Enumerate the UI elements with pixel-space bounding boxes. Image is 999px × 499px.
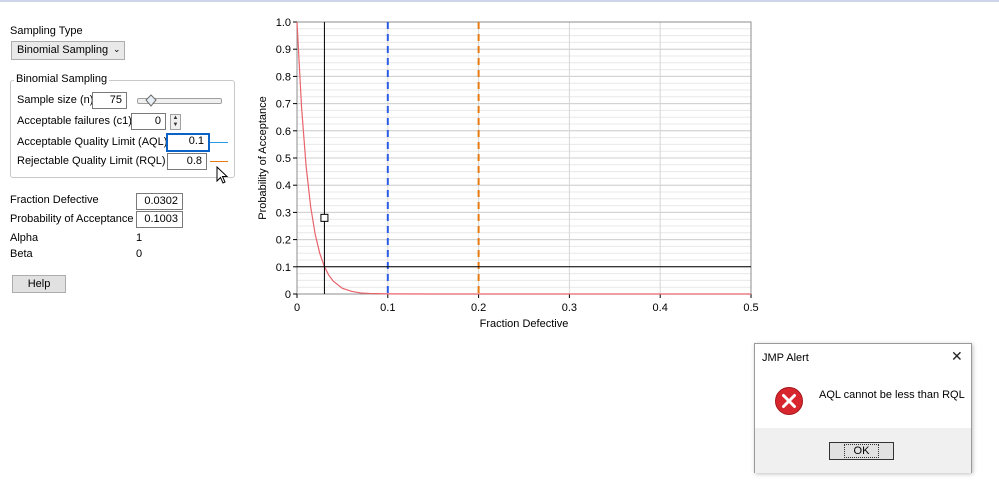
beta-value: 0 bbox=[136, 248, 143, 260]
sample-size-slider[interactable] bbox=[137, 94, 222, 107]
y-tick-label: 0.4 bbox=[276, 180, 291, 192]
oc-curve-chart: 0 0.1 0.2 0.3 0.4 0.5 0.6 0.7 0.8 0.9 1.0 0 0.1 0.2 0.… bbox=[257, 17, 759, 330]
y-tick-label: 0.8 bbox=[276, 71, 291, 83]
rql-input[interactable]: 0.8 bbox=[167, 153, 207, 170]
y-axis-title: Probability of Acceptance bbox=[257, 96, 269, 220]
failures-spinner[interactable]: ▲ ▼ bbox=[170, 114, 181, 130]
alert-footer: OK bbox=[755, 428, 971, 473]
y-tick-label: 0.7 bbox=[276, 99, 291, 111]
x-tick-label: 0.4 bbox=[653, 302, 668, 314]
y-tick-label: 0.6 bbox=[276, 126, 291, 138]
alpha-value: 1 bbox=[136, 232, 143, 244]
y-tick-label: 0.9 bbox=[276, 44, 291, 56]
crosshair-handle[interactable] bbox=[320, 213, 329, 222]
jmp-alert-dialog: JMP Alert ✕ AQL cannot be less than RQL … bbox=[754, 343, 972, 473]
y-tick-label: 0.1 bbox=[276, 262, 291, 274]
x-tick-label: 0.5 bbox=[743, 302, 758, 314]
rql-label: Rejectable Quality Limit (RQL) bbox=[17, 155, 166, 167]
fraction-defective-label: Fraction Defective bbox=[10, 194, 99, 206]
group-title: Binomial Sampling bbox=[14, 73, 110, 85]
acceptable-failures-input[interactable]: 0 bbox=[131, 113, 166, 130]
error-icon bbox=[775, 387, 803, 415]
alert-title: JMP Alert bbox=[762, 352, 809, 364]
y-tick-label: 0.3 bbox=[276, 207, 291, 219]
sample-size-label: Sample size (n) bbox=[17, 94, 94, 106]
aql-label: Acceptable Quality Limit (AQL) bbox=[17, 136, 168, 148]
sampling-type-dropdown[interactable]: Binomial Sampling ⌄ bbox=[11, 41, 125, 60]
close-icon[interactable]: ✕ bbox=[951, 348, 963, 365]
chevron-down-icon: ⌄ bbox=[113, 44, 121, 54]
sampling-type-label: Sampling Type bbox=[10, 25, 83, 37]
fraction-defective-value: 0.0302 bbox=[136, 193, 183, 210]
x-tick-label: 0.1 bbox=[380, 302, 395, 314]
sample-size-input[interactable]: 75 bbox=[92, 92, 127, 109]
x-tick-label: 0 bbox=[294, 302, 300, 314]
sampling-type-value: Binomial Sampling bbox=[17, 44, 109, 56]
rql-color-swatch bbox=[210, 161, 228, 162]
y-tick-label: 0.2 bbox=[276, 235, 291, 247]
x-tick-label: 0.3 bbox=[562, 302, 577, 314]
y-tick-label: 1.0 bbox=[276, 17, 291, 29]
y-tick-label: 0 bbox=[285, 289, 291, 301]
help-button[interactable]: Help bbox=[12, 275, 66, 293]
ok-button-label: OK bbox=[843, 444, 880, 458]
mouse-cursor-icon bbox=[216, 166, 229, 184]
prob-acceptance-label: Probability of Acceptance bbox=[10, 213, 134, 225]
beta-label: Beta bbox=[10, 248, 33, 260]
ok-button[interactable]: OK bbox=[829, 442, 894, 460]
x-axis-title: Fraction Defective bbox=[480, 318, 569, 330]
prob-acceptance-value: 0.1003 bbox=[136, 211, 183, 228]
alpha-label: Alpha bbox=[10, 232, 39, 244]
spin-down-icon[interactable]: ▼ bbox=[171, 122, 180, 129]
spin-up-icon[interactable]: ▲ bbox=[171, 115, 180, 122]
alert-message: AQL cannot be less than RQL bbox=[819, 389, 965, 401]
y-tick-label: 0.5 bbox=[276, 153, 291, 165]
aql-input[interactable]: 0.1 bbox=[166, 133, 210, 152]
window-top-border bbox=[0, 0, 999, 2]
x-tick-label: 0.2 bbox=[471, 302, 486, 314]
slider-thumb[interactable] bbox=[145, 94, 157, 107]
aql-color-swatch bbox=[210, 142, 228, 143]
acceptable-failures-label: Acceptable failures (c1) bbox=[17, 115, 132, 127]
